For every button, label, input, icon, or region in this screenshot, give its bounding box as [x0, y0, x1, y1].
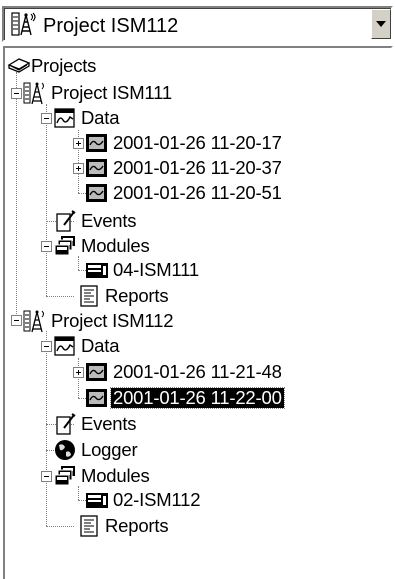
tree-label: Modules [81, 465, 150, 486]
combobox-selected-value: Project ISM112 [43, 15, 179, 37]
combobox-field[interactable]: Project ISM112 [4, 8, 391, 40]
antenna-tower-icon [23, 309, 47, 333]
tree-label: Reports [105, 285, 169, 306]
tree-label-selected: 2001-01-26 11-22-00 [110, 387, 285, 409]
chevron-down-icon [376, 21, 386, 27]
combobox-dropdown-button[interactable] [371, 9, 391, 39]
data-folder-icon [53, 106, 77, 130]
module-device-icon [85, 258, 109, 282]
tree-label: Logger [81, 439, 138, 460]
events-note-icon [53, 412, 77, 436]
tree-label: Events [81, 413, 137, 434]
collapse-toggle-data-ism111[interactable] [41, 113, 52, 124]
waveform-chart-icon [85, 131, 109, 155]
tree-label: 2001-01-26 11-21-48 [113, 361, 282, 382]
antenna-tower-icon [23, 81, 47, 105]
tree-label: 2001-01-26 11-20-37 [113, 157, 282, 178]
collapse-toggle-modules-ism111[interactable] [41, 241, 52, 252]
logger-globe-icon [53, 438, 77, 462]
tree-label: 2001-01-26 11-20-51 [113, 182, 282, 203]
tree-label: Modules [81, 235, 150, 256]
collapse-toggle-data-ism112[interactable] [41, 341, 52, 352]
project-selector-combobox[interactable]: Project ISM112 [2, 6, 393, 42]
projects-book-icon [7, 54, 31, 78]
tree-label: Project ISM112 [51, 310, 174, 331]
expand-toggle-data-item-4[interactable] [73, 367, 84, 378]
collapse-toggle-project-ism111[interactable] [11, 88, 22, 99]
waveform-chart-icon [85, 181, 109, 205]
tree-label: Project ISM111 [51, 82, 172, 103]
expand-toggle-data-item-2[interactable] [73, 163, 84, 174]
tree-label: Reports [105, 515, 169, 536]
collapse-toggle-project-ism112[interactable] [11, 315, 22, 326]
tree-label: Data [81, 107, 120, 128]
tree-label: 02-ISM112 [113, 489, 201, 510]
modules-stack-icon [53, 464, 77, 488]
module-device-icon [85, 488, 109, 512]
collapse-toggle-modules-ism112[interactable] [41, 471, 52, 482]
data-folder-icon [53, 334, 77, 358]
tree-label: Data [81, 335, 120, 356]
antenna-tower-icon [11, 12, 37, 36]
waveform-chart-icon [85, 360, 109, 384]
events-note-icon [53, 209, 77, 233]
tree-label: 04-ISM111 [113, 259, 199, 280]
report-document-icon [77, 284, 101, 308]
waveform-chart-icon [85, 156, 109, 180]
expand-toggle-data-item-1[interactable] [73, 138, 84, 149]
tree-label: Projects [31, 55, 97, 76]
modules-stack-icon [53, 234, 77, 258]
tree-label: Events [81, 210, 137, 231]
report-document-icon [77, 514, 101, 538]
project-tree-view[interactable]: Projects Project ISM111 Data 2001-01-26 … [3, 46, 393, 579]
waveform-chart-icon [85, 386, 109, 410]
tree-label: 2001-01-26 11-20-17 [113, 132, 282, 153]
